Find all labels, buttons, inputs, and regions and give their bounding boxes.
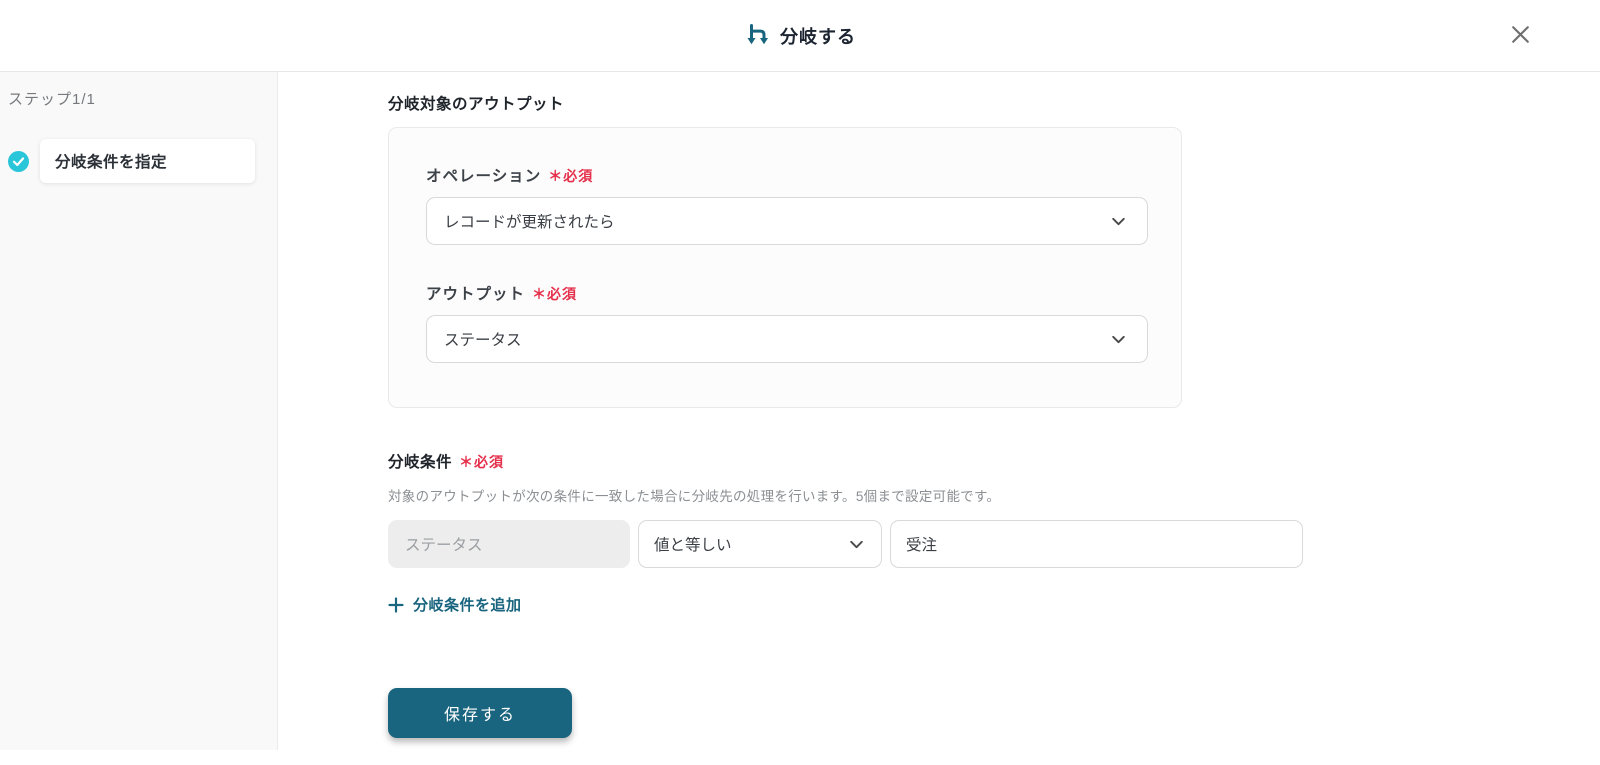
conditions-required-badge: ＊必須 [459, 454, 505, 470]
operation-select-value: レコードが更新されたら [444, 214, 615, 231]
chevron-down-icon [848, 536, 865, 553]
condition-row: ステータス 値と等しい [388, 520, 1600, 568]
branch-icon [744, 23, 769, 48]
plus-icon [388, 596, 404, 613]
condition-value-input[interactable] [890, 520, 1303, 568]
main-panel: 分岐対象のアウトプット オペレーション ＊必須 レコードが更新されたら アウトプ… [278, 72, 1600, 750]
branch-conditions-section: 分岐条件 ＊必須 対象のアウトプットが次の条件に一致した場合に分岐先の処理を行い… [388, 450, 1600, 618]
add-condition-label: 分岐条件を追加 [413, 597, 522, 614]
steps-sidebar: ステップ1/1 分岐条件を指定 [0, 72, 278, 750]
step-complete-check-icon [8, 151, 29, 172]
operation-label: オペレーション [426, 168, 542, 185]
output-field-group: アウトプット ＊必須 ステータス [426, 282, 1148, 363]
chevron-down-icon [1110, 331, 1127, 348]
output-required-badge: ＊必須 [532, 286, 578, 302]
target-output-card: オペレーション ＊必須 レコードが更新されたら アウトプット ＊必須 ステータス [388, 127, 1182, 408]
step-card-label: 分岐条件を指定 [55, 154, 168, 171]
operation-select[interactable]: レコードが更新されたら [426, 197, 1148, 245]
operation-field-group: オペレーション ＊必須 レコードが更新されたら [426, 164, 1148, 245]
close-button[interactable] [1504, 18, 1536, 50]
save-button[interactable]: 保存する [388, 687, 572, 738]
step-counter: ステップ1/1 [8, 91, 96, 108]
step-row: 分岐条件を指定 [0, 139, 277, 183]
condition-field-value: ステータス [405, 537, 483, 554]
add-condition-button[interactable]: 分岐条件を追加 [388, 594, 522, 615]
close-icon [1508, 22, 1533, 47]
output-select[interactable]: ステータス [426, 315, 1148, 363]
operation-required-badge: ＊必須 [548, 168, 594, 184]
target-output-section-title: 分岐対象のアウトプット [388, 96, 565, 113]
output-label: アウトプット [426, 286, 526, 303]
condition-operator-select[interactable]: 値と等しい [638, 520, 882, 568]
dialog-title: 分岐する [780, 26, 856, 47]
output-select-value: ステータス [444, 332, 522, 349]
conditions-title: 分岐条件 [388, 454, 453, 471]
conditions-description: 対象のアウトプットが次の条件に一致した場合に分岐先の処理を行います。5個まで設定… [388, 489, 1001, 504]
chevron-down-icon [1110, 213, 1127, 230]
dialog-header: 分岐する [0, 0, 1600, 72]
condition-field-select-disabled: ステータス [388, 520, 630, 568]
sidebar-item-branch-condition[interactable]: 分岐条件を指定 [40, 139, 255, 183]
condition-operator-value: 値と等しい [654, 537, 732, 554]
